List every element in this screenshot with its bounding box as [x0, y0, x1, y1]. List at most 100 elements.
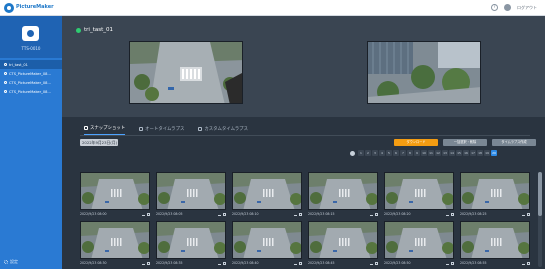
top-right-actions: ? ログアウト	[491, 4, 537, 11]
page-button[interactable]: 8	[407, 150, 413, 156]
delete-icon[interactable]	[147, 261, 150, 265]
delete-icon[interactable]	[147, 212, 150, 216]
snapshot-thumbnail[interactable]	[80, 172, 150, 210]
snapshot-meta: 2022/9/23 08:25	[460, 210, 530, 218]
snapshot-thumbnail[interactable]	[156, 172, 226, 210]
snapshot-card[interactable]: 2022/9/23 08:45	[308, 221, 378, 267]
prev-page-icon[interactable]	[350, 150, 355, 156]
delete-icon[interactable]	[223, 212, 226, 216]
snapshot-card[interactable]: 2022/9/23 08:35	[156, 221, 226, 267]
page-button[interactable]: 13	[442, 150, 448, 156]
snapshot-card[interactable]: 2022/9/23 08:55	[460, 221, 530, 267]
scrollbar-thumb[interactable]	[538, 172, 542, 216]
download-icon[interactable]	[522, 262, 525, 265]
page-button[interactable]: 6	[393, 150, 399, 156]
download-icon[interactable]	[446, 262, 449, 265]
page-button[interactable]: 19	[484, 150, 490, 156]
tab-label: オートタイムラプス	[145, 126, 185, 132]
create-timelapse-button[interactable]: タイムラプス作成	[492, 139, 536, 146]
download-icon[interactable]	[218, 213, 221, 216]
delete-icon[interactable]	[527, 212, 530, 216]
snapshot-thumbnail[interactable]	[156, 221, 226, 259]
download-icon[interactable]	[370, 213, 373, 216]
page-button[interactable]: 1	[358, 150, 364, 156]
settings-link[interactable]: 設定	[4, 259, 18, 265]
camera-preview-wide[interactable]	[129, 41, 243, 104]
snapshot-actions	[370, 212, 378, 216]
camera-preview-close[interactable]	[367, 41, 481, 104]
page-button[interactable]: 14	[449, 150, 455, 156]
delete-icon[interactable]	[451, 261, 454, 265]
tab-custom-timelapse[interactable]: カスタムタイムラプス	[198, 125, 248, 135]
page-button[interactable]: 12	[435, 150, 441, 156]
page-button[interactable]: 4	[379, 150, 385, 156]
download-icon[interactable]	[294, 262, 297, 265]
delete-icon[interactable]	[375, 261, 378, 265]
snapshot-time: 2022/9/23 08:40	[232, 261, 259, 265]
snapshot-card[interactable]: 2022/9/23 08:15	[308, 172, 378, 218]
snapshot-card[interactable]: 2022/9/23 08:05	[156, 172, 226, 218]
snapshot-meta: 2022/9/23 08:20	[384, 210, 454, 218]
snapshot-thumbnail[interactable]	[80, 221, 150, 259]
page-button[interactable]: 18	[477, 150, 483, 156]
delete-icon[interactable]	[299, 212, 302, 216]
building-view-image	[368, 42, 480, 103]
snapshot-image	[233, 222, 301, 258]
snapshot-thumbnail[interactable]	[384, 172, 454, 210]
delete-icon[interactable]	[451, 212, 454, 216]
snapshot-card[interactable]: 2022/9/23 08:10	[232, 172, 302, 218]
snapshot-card[interactable]: 2022/9/23 08:00	[80, 172, 150, 218]
snapshot-thumbnail[interactable]	[308, 221, 378, 259]
sidebar-item-camera[interactable]: CTS_PictureMaker_08...	[0, 78, 62, 87]
tab-label: スナップショット	[90, 126, 126, 131]
scrollbar[interactable]	[538, 172, 542, 267]
delete-icon[interactable]	[375, 212, 378, 216]
snapshot-thumbnail[interactable]	[308, 172, 378, 210]
page-button[interactable]: 7	[400, 150, 406, 156]
snapshot-card[interactable]: 2022/9/23 08:40	[232, 221, 302, 267]
logout-link[interactable]: ログアウト	[517, 5, 537, 11]
snapshot-thumbnail[interactable]	[232, 221, 302, 259]
delete-icon[interactable]	[223, 261, 226, 265]
download-icon[interactable]	[142, 262, 145, 265]
delete-icon[interactable]	[299, 261, 302, 265]
date-picker[interactable]: 2022年9月23日(月)	[80, 139, 118, 146]
sidebar-item-camera[interactable]: CTS_PictureMaker_08...	[0, 87, 62, 96]
download-icon[interactable]	[522, 213, 525, 216]
tab-auto-timelapse[interactable]: オートタイムラプス	[139, 125, 184, 135]
page-button[interactable]: 9	[414, 150, 420, 156]
page-button[interactable]: 2	[365, 150, 371, 156]
download-icon[interactable]	[142, 213, 145, 216]
page-button[interactable]: 16	[463, 150, 469, 156]
page-button[interactable]: 5	[386, 150, 392, 156]
download-button[interactable]: ダウンロード	[394, 139, 438, 146]
snapshot-card[interactable]: 2022/9/23 08:30	[80, 221, 150, 267]
help-icon[interactable]: ?	[491, 4, 498, 11]
download-icon[interactable]	[218, 262, 221, 265]
snapshot-thumbnail[interactable]	[460, 221, 530, 259]
page-button[interactable]: 15	[456, 150, 462, 156]
download-icon[interactable]	[446, 213, 449, 216]
tab-snapshot[interactable]: スナップショット	[84, 125, 126, 135]
snapshot-thumbnail[interactable]	[232, 172, 302, 210]
snapshot-card[interactable]: 2022/9/23 08:50	[384, 221, 454, 267]
snapshot-thumbnail[interactable]	[384, 221, 454, 259]
page-button[interactable]: 11	[428, 150, 434, 156]
bulk-select-button[interactable]: 一括選択・削除	[443, 139, 487, 146]
snapshot-thumbnail[interactable]	[460, 172, 530, 210]
page-button[interactable]: 3	[372, 150, 378, 156]
download-icon[interactable]	[370, 262, 373, 265]
snapshot-card[interactable]: 2022/9/23 08:25	[460, 172, 530, 218]
snapshot-actions	[370, 261, 378, 265]
delete-icon[interactable]	[527, 261, 530, 265]
sidebar-subtitle: TTS-0010	[21, 46, 41, 51]
snapshot-card[interactable]: 2022/9/23 08:20	[384, 172, 454, 218]
sidebar-item-camera[interactable]: CTS_PictureMaker_08...	[0, 69, 62, 78]
page-button[interactable]: 17	[470, 150, 476, 156]
download-icon[interactable]	[294, 213, 297, 216]
sidebar-item-camera[interactable]: tri_tast_01	[0, 60, 62, 69]
page-button[interactable]: 10	[421, 150, 427, 156]
camera-header-panel: tri_tast_01	[62, 16, 545, 117]
page-button[interactable]: 20	[491, 150, 497, 156]
user-icon[interactable]	[504, 4, 511, 11]
